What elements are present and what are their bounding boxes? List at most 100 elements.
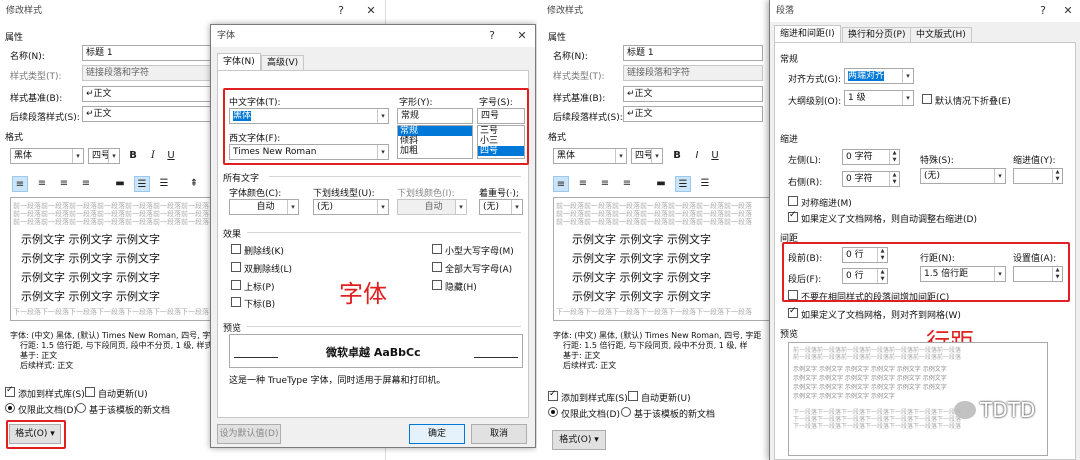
justify-icon[interactable]: ≡ <box>619 176 635 192</box>
new-docs-template-radio[interactable] <box>76 403 86 413</box>
align-center-icon[interactable]: ≡ <box>34 176 50 192</box>
space-after-field[interactable]: 0 行 ▲ ▼ <box>842 268 888 284</box>
tab-font[interactable]: 字体(N) <box>217 53 261 71</box>
tab-asian-typography[interactable]: 中文版式(H) <box>910 27 972 43</box>
strikethrough-checkbox[interactable] <box>231 244 241 254</box>
only-this-doc-radio[interactable] <box>5 403 15 413</box>
font-size-field[interactable]: 四号 <box>477 108 525 124</box>
align-center-icon[interactable]: ≡ <box>575 176 591 192</box>
font-size-option[interactable]: 三号 <box>478 126 524 136</box>
underline-button[interactable]: U <box>163 148 179 164</box>
font-style-list[interactable]: 常规 倾斜 加粗 <box>397 125 473 159</box>
based-on-field[interactable]: ↵正文 <box>623 86 763 102</box>
align-right-icon[interactable]: ≡ <box>597 176 613 192</box>
spinner-icon[interactable]: ▲ ▼ <box>889 172 899 186</box>
font-style-option[interactable]: 倾斜 <box>398 136 472 146</box>
single-spacing-icon[interactable]: ▬ <box>112 176 128 192</box>
close-icon[interactable]: ✕ <box>511 25 533 47</box>
spinner-icon[interactable]: ▲ ▼ <box>877 269 887 283</box>
double-spacing-icon[interactable]: ☰ <box>697 176 713 192</box>
based-on-field[interactable]: ↵正文 <box>82 86 212 102</box>
double-spacing-icon[interactable]: ☰ <box>156 176 172 192</box>
only-this-doc-radio[interactable] <box>548 407 558 417</box>
close-icon[interactable]: ✕ <box>360 0 382 22</box>
font-style-field[interactable]: 常规 <box>397 108 473 124</box>
double-strikethrough-checkbox[interactable] <box>231 262 241 272</box>
indent-by-field[interactable]: ▲ ▼ <box>1013 168 1063 184</box>
add-to-gallery-checkbox[interactable] <box>548 389 558 401</box>
auto-update-checkbox[interactable] <box>85 387 95 397</box>
hidden-checkbox[interactable] <box>432 280 442 290</box>
bold-button[interactable]: B <box>125 148 141 164</box>
tab-advanced[interactable]: 高级(V) <box>261 55 305 71</box>
western-font-field[interactable]: Times New Roman ▾ <box>229 144 389 160</box>
chevron-down-icon: ▾ <box>377 145 388 159</box>
mirror-indents-checkbox[interactable] <box>788 196 798 206</box>
single-spacing-icon[interactable]: ▬ <box>653 176 669 192</box>
outline-level-select[interactable]: 1 级 ▾ <box>844 90 914 106</box>
set-default-button[interactable]: 设为默认值(D) <box>217 424 281 444</box>
collapse-default-checkbox[interactable] <box>922 94 932 104</box>
name-field[interactable]: 标题 1 <box>623 45 763 61</box>
align-left-icon[interactable]: ≡ <box>553 176 569 192</box>
auto-adjust-right-checkbox[interactable] <box>788 210 798 222</box>
emphasis-select[interactable]: (无) ▾ <box>479 199 523 215</box>
help-icon[interactable]: ? <box>1032 0 1054 22</box>
chinese-font-field[interactable]: 黑体 ▾ <box>229 108 389 124</box>
next-style-field[interactable]: ↵正文 <box>623 106 763 122</box>
italic-button[interactable]: I <box>689 148 705 164</box>
italic-button[interactable]: I <box>145 148 161 164</box>
name-field[interactable]: 标题 1 <box>82 45 212 61</box>
space-before-field[interactable]: 0 行 ▲ ▼ <box>842 247 888 263</box>
spinner-icon[interactable]: ▲ ▼ <box>877 248 887 262</box>
font-select[interactable]: 黑体 ▾ <box>10 148 84 164</box>
ok-button[interactable]: 确定 <box>409 424 465 444</box>
right-indent-field[interactable]: 0 字符 ▲ ▼ <box>842 171 900 187</box>
font-style-option[interactable]: 常规 <box>398 126 472 136</box>
format-button[interactable]: 格式(O) ▾ <box>552 430 606 450</box>
underline-button[interactable]: U <box>707 148 723 164</box>
size-select[interactable]: 四号 ▾ <box>88 148 120 164</box>
spinner-icon[interactable]: ▲ ▼ <box>1052 169 1062 183</box>
font-size-option[interactable]: 四号 <box>478 146 524 156</box>
chinese-font-label: 中文字体(T): <box>229 98 281 108</box>
format-button[interactable]: 格式(O) ▾ <box>9 424 61 444</box>
align-right-icon[interactable]: ≡ <box>56 176 72 192</box>
dont-add-space-checkbox[interactable] <box>788 290 798 300</box>
help-icon[interactable]: ? <box>481 25 503 47</box>
left-indent-field[interactable]: 0 字符 ▲ ▼ <box>842 149 900 165</box>
small-caps-checkbox[interactable] <box>432 244 442 254</box>
spinner-icon[interactable]: ▲ ▼ <box>1052 267 1062 281</box>
spinner-icon[interactable]: ▲ ▼ <box>889 150 899 164</box>
size-select[interactable]: 四号 ▾ <box>631 148 663 164</box>
add-to-gallery-checkbox[interactable] <box>5 385 15 397</box>
justify-icon[interactable]: ≡ <box>78 176 94 192</box>
close-icon[interactable]: ✕ <box>1057 0 1079 22</box>
new-docs-template-radio[interactable] <box>621 407 631 417</box>
all-caps-checkbox[interactable] <box>432 262 442 272</box>
font-size-option[interactable]: 小三 <box>478 136 524 146</box>
font-select[interactable]: 黑体 ▾ <box>553 148 627 164</box>
onehalf-spacing-icon[interactable]: ☰ <box>134 176 150 192</box>
cancel-button[interactable]: 取消 <box>471 424 527 444</box>
superscript-checkbox[interactable] <box>231 280 241 290</box>
align-left-icon[interactable]: ≡ <box>12 176 28 192</box>
snap-to-grid-checkbox[interactable] <box>788 306 798 318</box>
tab-line-page-breaks[interactable]: 换行和分页(P) <box>842 27 912 43</box>
font-size-list[interactable]: 三号 小三 四号 <box>477 125 525 159</box>
onehalf-spacing-icon[interactable]: ☰ <box>675 176 691 192</box>
tab-indents-spacing[interactable]: 缩进和间距(I) <box>774 25 841 43</box>
help-icon[interactable]: ? <box>330 0 352 22</box>
auto-update-checkbox[interactable] <box>628 391 638 401</box>
space-before-icon[interactable]: ⇞ <box>186 176 202 192</box>
subscript-checkbox[interactable] <box>231 297 241 307</box>
special-select[interactable]: (无) ▾ <box>920 168 1006 184</box>
line-spacing-select[interactable]: 1.5 倍行距 ▾ <box>920 266 1006 282</box>
font-color-select[interactable]: 自动 ▾ <box>229 199 299 215</box>
alignment-select[interactable]: 两端对齐 ▾ <box>844 68 914 84</box>
next-style-field[interactable]: ↵正文 <box>82 106 212 122</box>
font-style-option[interactable]: 加粗 <box>398 146 472 156</box>
at-field[interactable]: ▲ ▼ <box>1013 266 1063 282</box>
bold-button[interactable]: B <box>669 148 685 164</box>
underline-type-select[interactable]: (无) ▾ <box>313 199 389 215</box>
